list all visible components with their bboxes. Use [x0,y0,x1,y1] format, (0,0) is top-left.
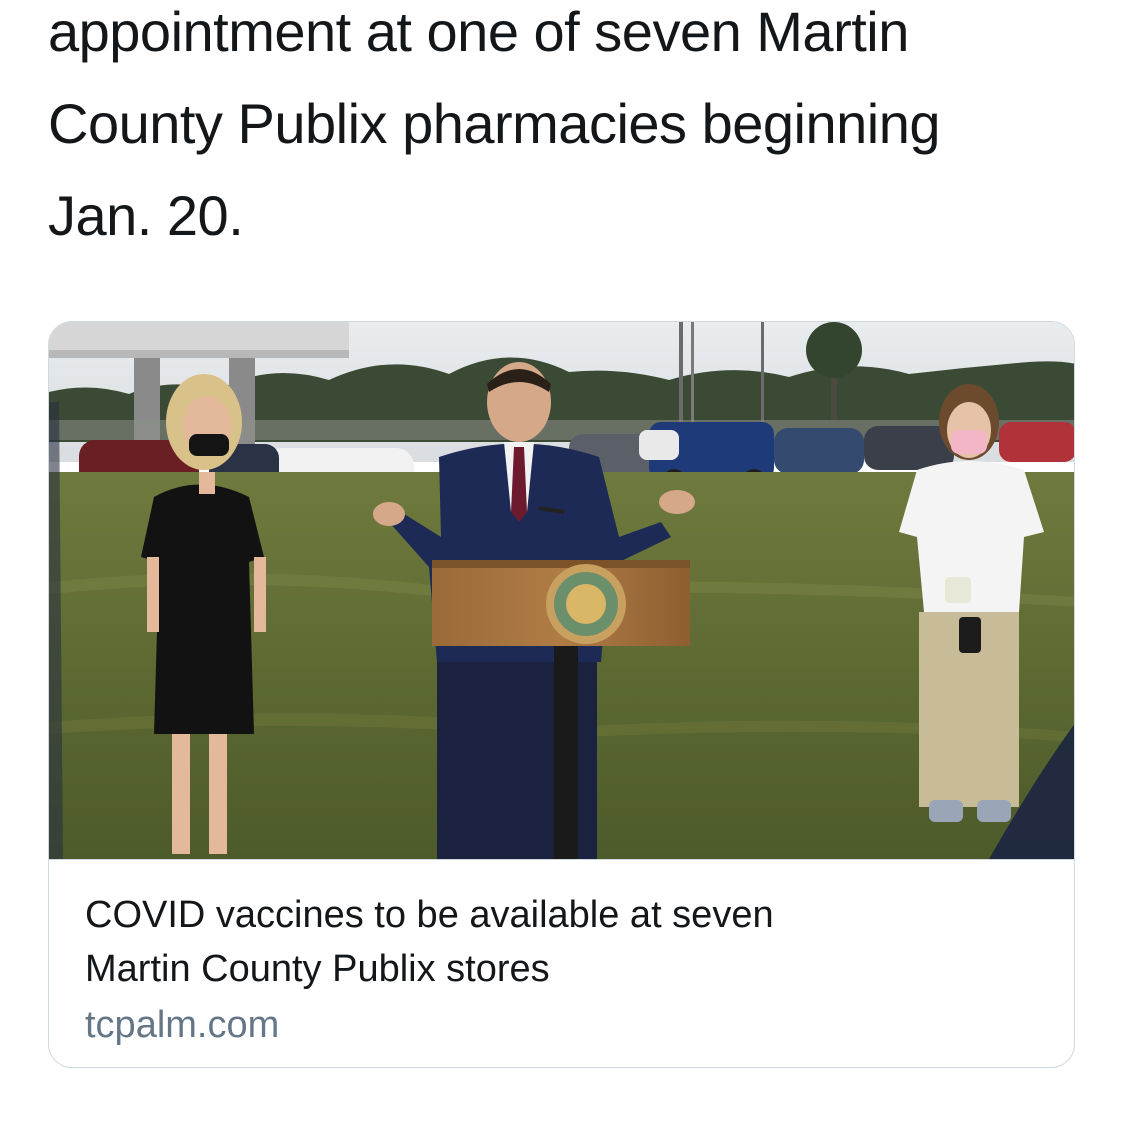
tweet-line: appointment at one of seven Martin [48,0,909,63]
card-title-line: COVID vaccines to be available at seven [85,894,774,936]
tweet-line: County Publix pharmacies beginning [48,92,941,155]
card-title[interactable]: COVID vaccines to be available at seven … [85,888,1045,996]
tweet-line: Jan. 20. [48,184,244,247]
card-domain[interactable]: tcpalm.com [85,998,1045,1052]
link-preview-card[interactable]: COVID vaccines to be available at seven … [48,321,1075,1068]
tweet-body: appointment at one of seven Martin Count… [48,0,1088,262]
press-conference-photo [49,322,1074,859]
card-meta[interactable]: COVID vaccines to be available at seven … [85,888,1045,1052]
card-title-line: Martin County Publix stores [85,948,550,990]
card-image[interactable] [49,322,1074,860]
